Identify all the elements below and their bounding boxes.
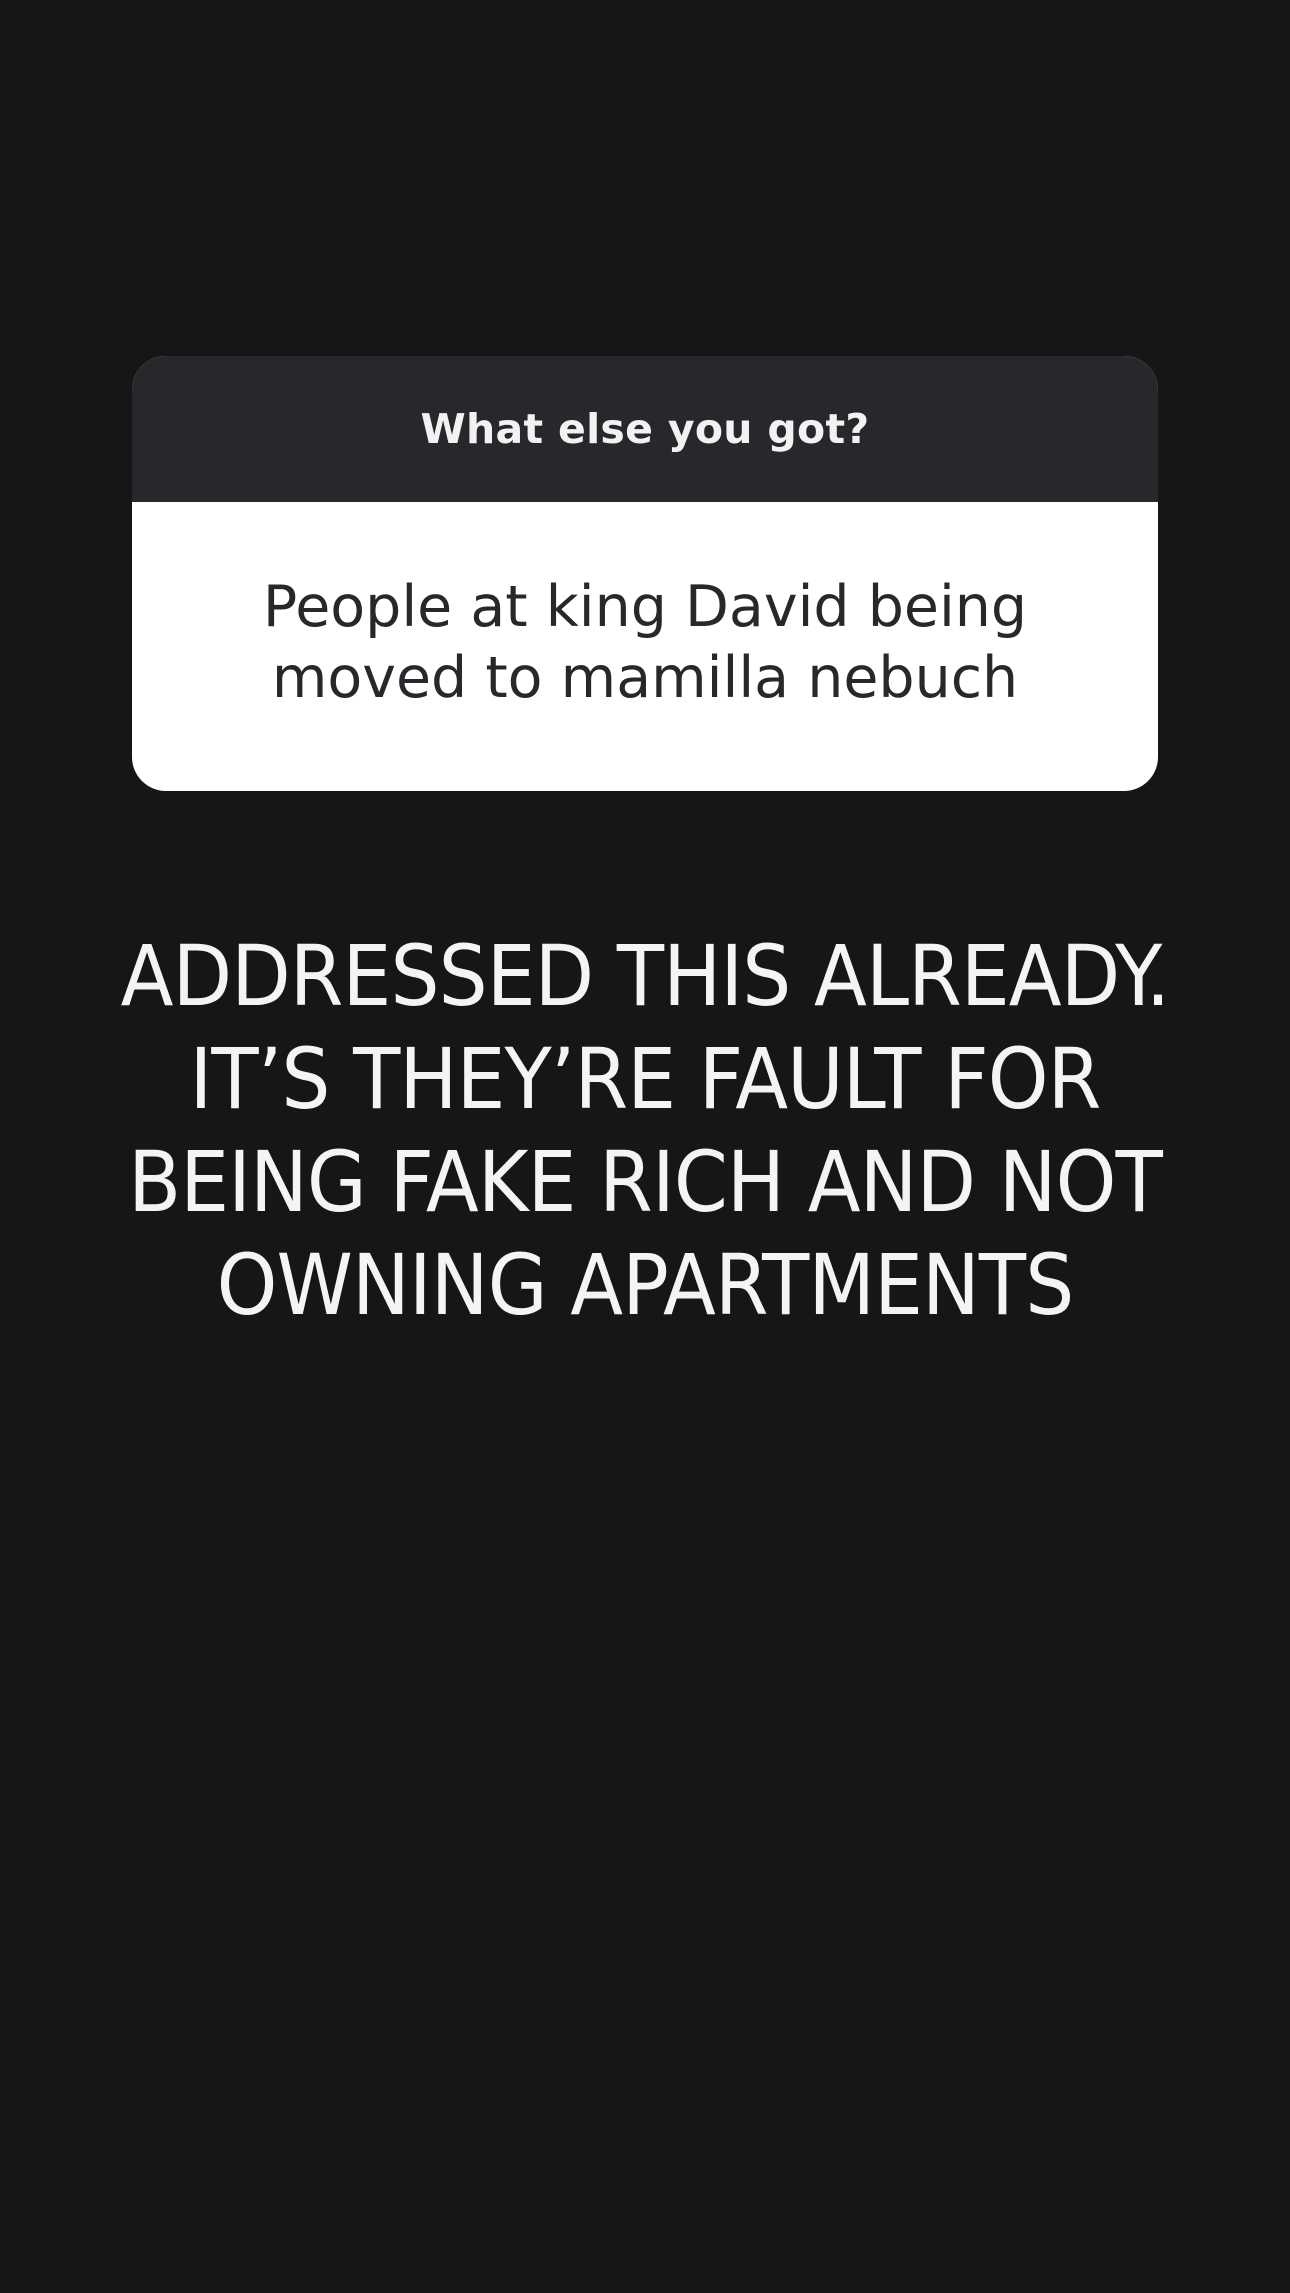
question-answer: People at king David being moved to mami… xyxy=(262,573,1028,711)
question-sticker[interactable]: What else you got? People at king David … xyxy=(132,356,1158,791)
story-caption: ADDRESSED THIS ALREADY. IT’S THEY’RE FAU… xyxy=(120,927,1171,1334)
question-prompt: What else you got? xyxy=(420,405,870,453)
question-sticker-body: People at king David being moved to mami… xyxy=(132,502,1158,791)
story-screen: { "question_card": { "prompt": "What els… xyxy=(0,0,1290,2293)
question-sticker-header: What else you got? xyxy=(132,356,1158,502)
